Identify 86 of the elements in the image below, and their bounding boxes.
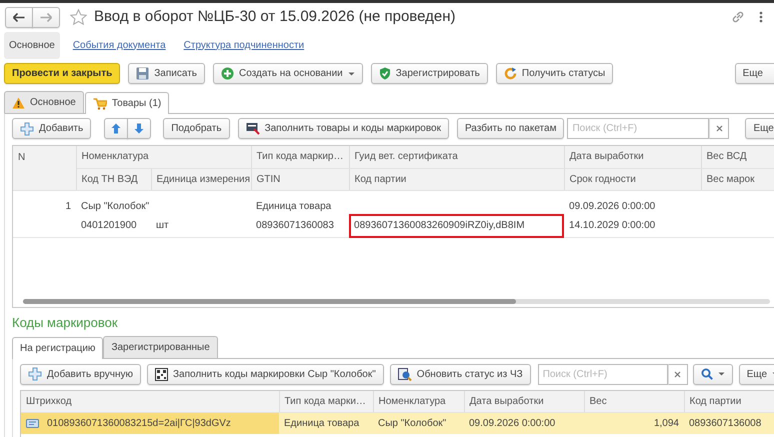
table-cell: 08936071360083 <box>251 214 350 238</box>
search-button[interactable] <box>692 364 733 384</box>
down-arrow-icon <box>134 123 144 134</box>
column-header[interactable]: Дата выработки <box>564 146 702 168</box>
cart-icon <box>92 98 107 110</box>
column-header[interactable]: Гуид вет. сертификата <box>349 146 564 168</box>
caret-icon <box>718 372 725 376</box>
nav-link[interactable]: События документа <box>68 32 171 58</box>
section-title: Коды маркировок <box>12 314 119 332</box>
more-button[interactable]: Еще <box>734 63 774 84</box>
search-icon <box>700 368 713 380</box>
command-button[interactable]: Записать <box>128 63 205 84</box>
column-header[interactable]: N <box>13 146 76 190</box>
column-header[interactable]: Единица измерения <box>151 168 252 190</box>
column-header[interactable]: Штрихкод <box>21 390 279 412</box>
command-button[interactable]: Создать на основании <box>213 63 363 84</box>
caret-icon <box>348 72 355 76</box>
column-header[interactable]: GTIN <box>251 168 350 190</box>
table-cell: 09.09.2026 0:00:00 <box>564 190 702 214</box>
table-cell: 0401201900 <box>76 214 151 238</box>
horizontal-scrollbar[interactable] <box>23 299 770 304</box>
up-arrow-icon <box>111 123 122 134</box>
clear-button[interactable] <box>709 118 730 139</box>
tab[interactable]: Товары (1) <box>84 92 170 114</box>
table-cell: шт <box>151 214 252 238</box>
plus-icon <box>20 122 34 136</box>
table-cell: 14.10.2029 0:00:00 <box>564 214 702 238</box>
column-header[interactable]: Номенклатура <box>76 146 252 168</box>
qr-code-icon <box>154 368 168 380</box>
more-button[interactable]: Еще <box>745 118 774 139</box>
refresh-icon <box>504 67 517 80</box>
barcode-icon <box>26 418 39 428</box>
column-header[interactable]: Код партии <box>349 168 564 190</box>
move-up-button[interactable] <box>104 118 128 139</box>
column-header[interactable]: Номенклатура <box>373 390 464 412</box>
column-header[interactable]: Срок годности <box>564 168 702 190</box>
table-cell: Единица товара <box>251 190 350 214</box>
search-field[interactable]: Поиск (Ctrl+F) <box>567 118 710 139</box>
shield-icon <box>378 67 391 80</box>
fill-codes-button[interactable]: Заполнить коды маркировки Сыр "Колобок" <box>146 364 384 384</box>
nav-link[interactable]: Структура подчиненности <box>178 32 310 58</box>
pick-button[interactable]: Подобрать <box>163 118 230 139</box>
split-button[interactable]: Разбить по пакетам <box>456 118 564 139</box>
column-header[interactable]: Вес марок <box>701 168 774 190</box>
column-header[interactable]: Код партии <box>684 390 774 412</box>
window-title: Ввод в оборот №ЦБ-30 от 15.09.2026 (не проведен) <box>94 6 456 27</box>
clear-button[interactable] <box>668 364 688 384</box>
command-button[interactable]: Зарегистрировать <box>370 63 488 84</box>
star-icon[interactable] <box>70 9 87 25</box>
save-icon <box>136 67 150 80</box>
forward-icon <box>40 12 52 22</box>
post-and-close-button[interactable]: Провести и закрыть <box>4 63 120 84</box>
link-icon[interactable] <box>731 10 745 24</box>
table-cell: 08936071360083260909iRZ0iy,dB8IM <box>349 214 564 238</box>
tab[interactable]: На регистрацию <box>12 336 104 358</box>
column-header[interactable]: Код ТН ВЭД <box>76 168 151 190</box>
command-button[interactable]: Получить статусы <box>496 63 614 84</box>
clear-icon[interactable] <box>716 125 723 132</box>
back-button[interactable] <box>5 6 33 28</box>
column-header[interactable]: Вес ВСД <box>701 146 774 168</box>
search-field[interactable]: Поиск (Ctrl+F) <box>538 364 668 384</box>
back-icon <box>13 12 25 22</box>
tab[interactable]: Зарегистрированные <box>103 336 218 358</box>
clear-icon[interactable] <box>674 370 682 378</box>
add-circle-icon <box>221 67 234 80</box>
more-icon[interactable] <box>759 11 763 23</box>
update-status-icon <box>398 368 412 380</box>
warning-icon <box>12 96 25 108</box>
tab[interactable]: Основное <box>4 91 84 113</box>
add-manually-button[interactable]: Добавить вручную <box>20 364 141 384</box>
add-button[interactable]: Добавить <box>12 118 92 139</box>
fill-goods-button[interactable]: Заполнить товары и коды маркировок <box>238 118 449 139</box>
column-header[interactable]: Дата выработки <box>464 390 584 412</box>
scrollbar-thumb[interactable] <box>23 299 516 304</box>
row-number: 1 <box>13 190 76 214</box>
table-cell: Сыр "Колобок" <box>76 190 252 214</box>
nav-link[interactable]: Основное <box>4 32 60 58</box>
update-status-button[interactable]: Обновить статус из ЧЗ <box>390 364 531 384</box>
plus-icon <box>28 367 42 381</box>
table-cell[interactable]: 1,094 <box>654 418 679 429</box>
column-header[interactable]: Вес <box>584 390 684 412</box>
column-header[interactable]: Тип кода маркир… <box>251 146 350 168</box>
more-button[interactable]: Еще <box>738 364 774 384</box>
fill-goods-icon <box>246 122 260 135</box>
move-down-button[interactable] <box>127 118 152 139</box>
column-header[interactable]: Тип кода марки… <box>279 390 373 412</box>
